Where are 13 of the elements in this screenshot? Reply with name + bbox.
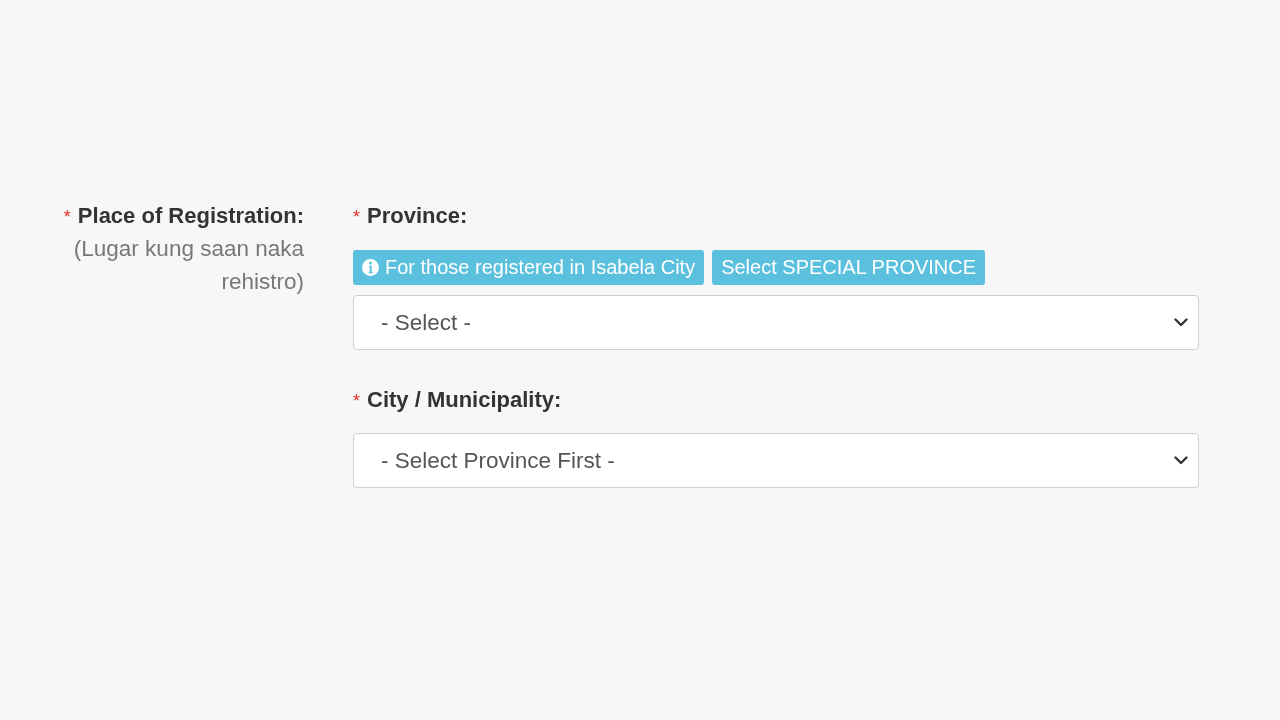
required-mark: * bbox=[63, 206, 71, 229]
field-label: Place of Registration: bbox=[77, 202, 304, 230]
required-mark: * bbox=[353, 206, 360, 229]
city-select[interactable]: - Select Province First - bbox=[353, 433, 1199, 488]
field-label: City / Municipality: bbox=[367, 386, 562, 414]
chevron-down-icon bbox=[1174, 318, 1188, 327]
chevron-down-icon bbox=[1174, 456, 1188, 465]
required-mark: * bbox=[353, 390, 360, 413]
info-icon bbox=[362, 259, 379, 276]
info-note: For those registered in Isabela City bbox=[353, 250, 705, 285]
field-label: Province: bbox=[367, 202, 468, 230]
field-hint: (Lugar kung saan naka rehistro) bbox=[72, 235, 304, 296]
province-select[interactable]: - Select - bbox=[353, 295, 1199, 350]
